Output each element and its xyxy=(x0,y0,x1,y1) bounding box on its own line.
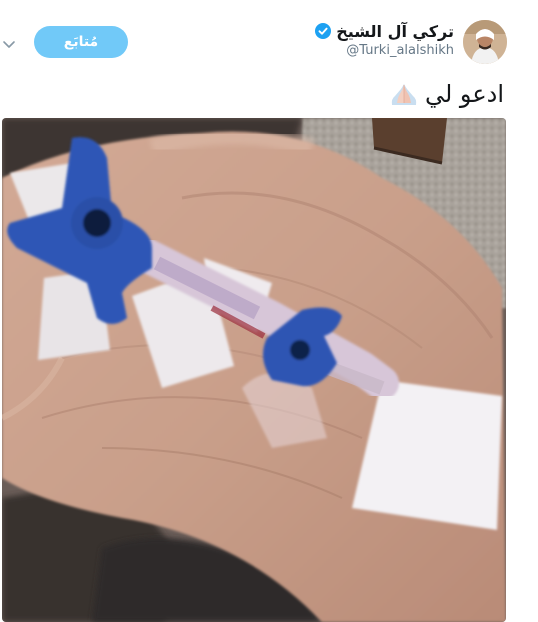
tweet-text-content: ادعو لي xyxy=(424,80,504,108)
user-info: تركي آل الشيخ @Turki_alalshikh xyxy=(214,20,454,58)
avatar[interactable] xyxy=(463,20,507,64)
folded-hands-icon xyxy=(389,81,419,107)
chevron-down-icon[interactable] xyxy=(2,36,16,48)
avatar-image xyxy=(463,20,507,64)
verified-badge-icon xyxy=(315,23,332,39)
attached-photo[interactable] xyxy=(2,118,506,622)
following-button[interactable]: مُتابَع xyxy=(34,26,128,58)
tweet-text: ادعو لي xyxy=(389,80,504,108)
photo-hand-iv-cannula xyxy=(2,118,506,622)
tweet-card: تركي آل الشيخ @Turki_alalshikh مُتابَع ا… xyxy=(0,0,538,622)
display-name[interactable]: تركي آل الشيخ xyxy=(336,22,454,41)
display-name-row: تركي آل الشيخ xyxy=(214,20,454,42)
user-handle[interactable]: @Turki_alalshikh xyxy=(214,43,454,58)
